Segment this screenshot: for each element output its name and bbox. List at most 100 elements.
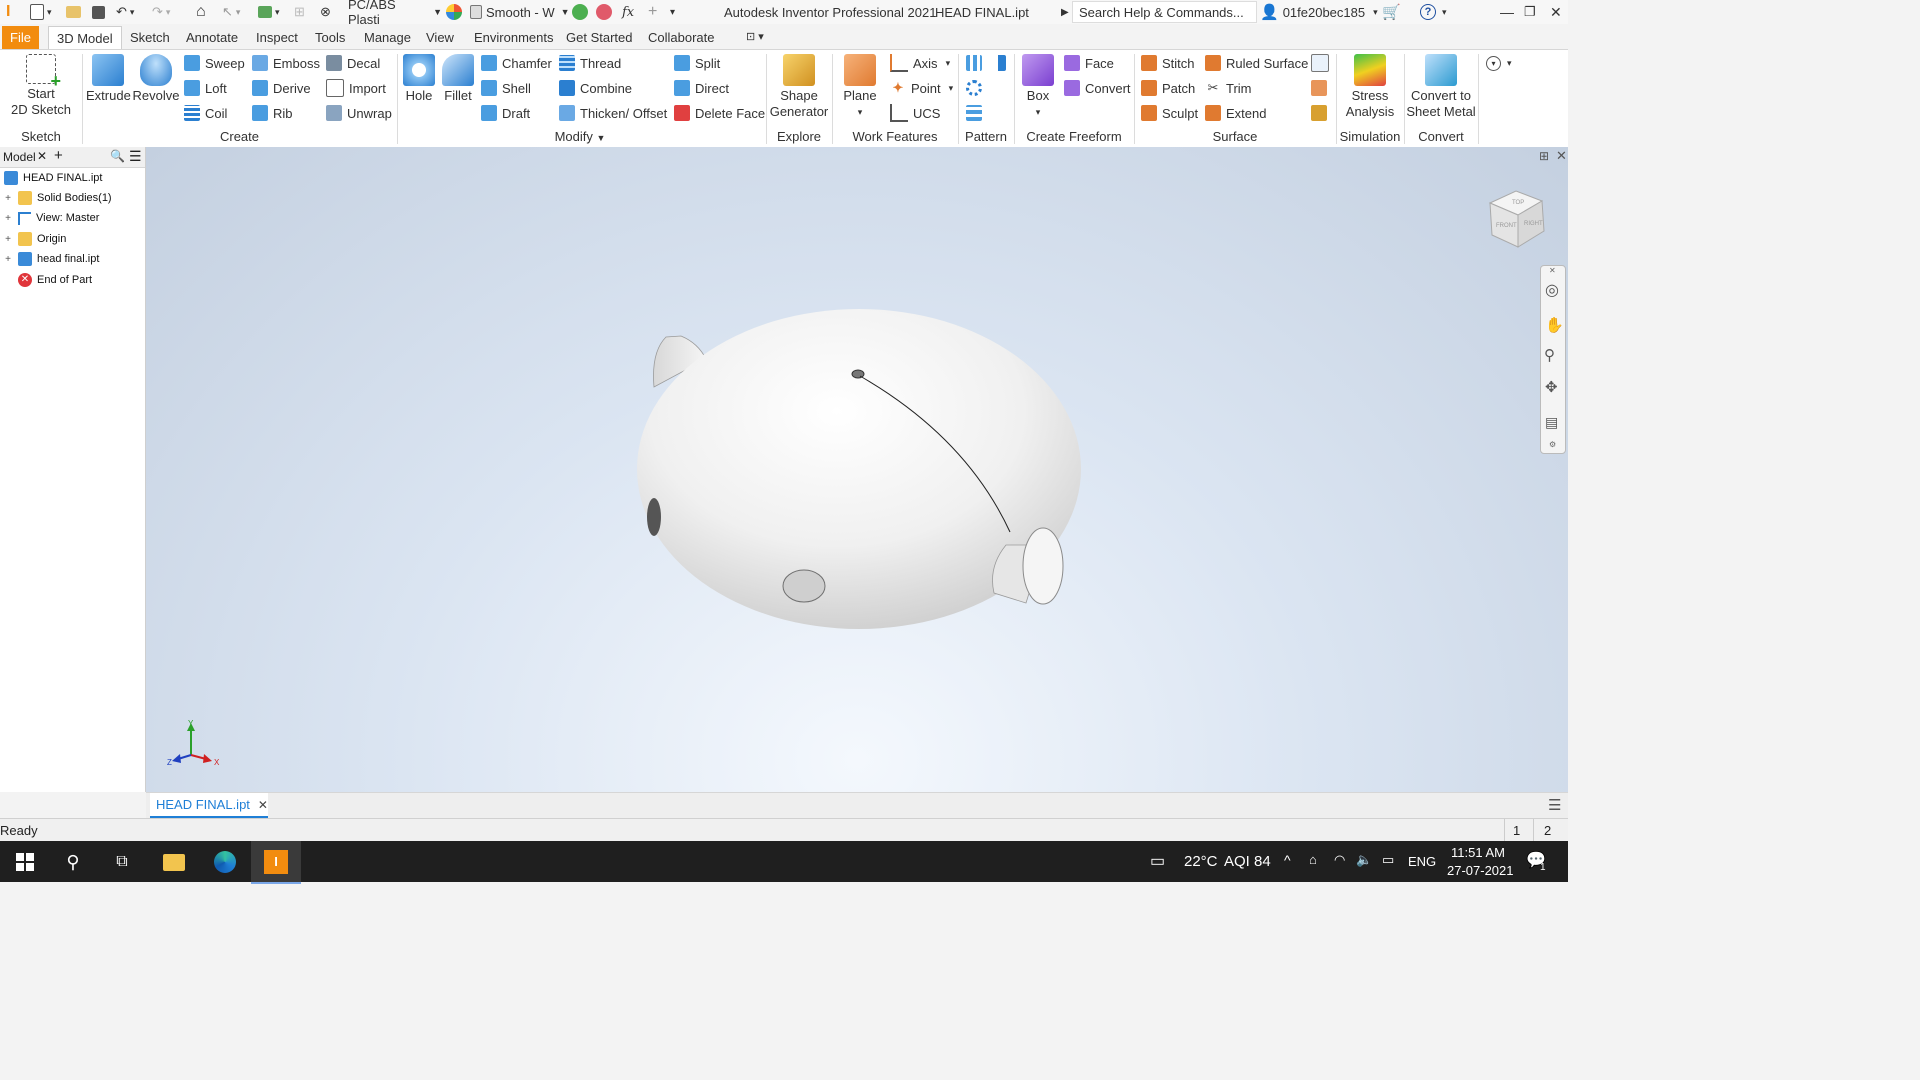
clock-time[interactable]: 11:51 AM [1451, 845, 1505, 860]
extrude-button[interactable]: Extrude [86, 54, 131, 104]
expand-icon[interactable]: + [4, 193, 12, 204]
pan-icon[interactable]: ✋ [1545, 316, 1564, 334]
battery-icon[interactable]: ▭ [1382, 852, 1394, 868]
point-button[interactable]: ✦ Point ▾ [890, 78, 954, 98]
shell-button[interactable]: Shell [481, 78, 531, 98]
adjust-icon[interactable] [572, 3, 588, 21]
maximize-view-icon[interactable]: ⊞ [1539, 149, 1549, 163]
help-icon[interactable]: ? ▾ [1420, 3, 1447, 21]
trim-button[interactable]: ✂ Trim [1205, 78, 1252, 98]
combine-button[interactable]: Combine [559, 78, 632, 98]
meet-now-icon[interactable]: ⌂ [1309, 852, 1317, 867]
tab-sketch[interactable]: Sketch [122, 26, 178, 49]
revolve-button[interactable]: Revolve [132, 54, 180, 104]
select-icon[interactable]: ↖ ▾ [222, 3, 240, 21]
tab-tools[interactable]: Tools [307, 26, 353, 49]
derive-button[interactable]: Derive [252, 78, 311, 98]
draft-button[interactable]: Draft [481, 103, 530, 123]
sketch-pattern-button[interactable] [966, 103, 987, 123]
freeform-face-button[interactable]: Face [1064, 53, 1114, 73]
redo-icon[interactable]: ↷ ▾ [152, 3, 170, 21]
tab-collaborate[interactable]: Collaborate [640, 26, 723, 49]
bottom-hole[interactable] [782, 569, 826, 603]
expand-icon[interactable]: + [4, 234, 12, 245]
doc-tab-head-final[interactable]: HEAD FINAL.ipt ✕ [150, 793, 268, 819]
ribbon-display-toggle-icon[interactable]: ⊡ ▾ [738, 26, 772, 49]
rib-button[interactable]: Rib [252, 103, 293, 123]
zoom-icon[interactable]: ⚲ [1544, 346, 1555, 364]
unwrap-button[interactable]: Unwrap [326, 103, 392, 123]
rectangular-pattern-button[interactable] [966, 53, 987, 73]
surface-tool-2-button[interactable] [1311, 78, 1332, 98]
stitch-button[interactable]: Stitch [1141, 53, 1195, 73]
sweep-button[interactable]: Sweep [184, 53, 245, 73]
keyboard-icon[interactable]: ▭ [1150, 851, 1165, 871]
tree-root[interactable]: HEAD FINAL.ipt [0, 168, 102, 188]
language-indicator[interactable]: ENG [1408, 854, 1436, 869]
patch-button[interactable]: Patch [1141, 78, 1195, 98]
axis-button[interactable]: Axis ▾ [890, 53, 950, 73]
undo-icon[interactable]: ↶ ▾ [116, 3, 134, 21]
parameters-icon[interactable]: fx [622, 3, 634, 21]
thread-button[interactable]: Thread [559, 53, 621, 73]
inventor-logo-icon[interactable]: I [6, 3, 10, 21]
shape-generator-button[interactable]: Shape Generator [768, 54, 830, 120]
user-account[interactable]: 👤 01fe20bec185 ▾ [1260, 3, 1378, 21]
appearance-icon[interactable] [446, 3, 462, 21]
menu-icon[interactable]: ☰ [129, 148, 142, 165]
browser-tab-model[interactable]: Model [3, 150, 36, 164]
chevron-up-icon[interactable]: ^ [1284, 852, 1291, 868]
weather-temp[interactable]: 22°C [1184, 853, 1218, 870]
surface-tool-3-button[interactable] [1311, 103, 1332, 123]
look-at-icon[interactable]: ▤ [1545, 414, 1558, 431]
edge-browser-icon[interactable] [208, 845, 242, 879]
group-label-modify[interactable]: Modify ▼ [540, 129, 620, 144]
coil-button[interactable]: Coil [184, 103, 227, 123]
delete-face-button[interactable]: Delete Face [674, 103, 765, 123]
tab-view[interactable]: View [418, 26, 462, 49]
inventor-taskbar-icon[interactable]: I [251, 841, 301, 884]
extend-button[interactable]: Extend [1205, 103, 1266, 123]
hole-button[interactable]: Hole [400, 54, 438, 104]
minimize-icon[interactable]: — [1500, 3, 1514, 21]
import-button[interactable]: Import [326, 78, 386, 98]
rebuild-icon[interactable]: ⊞ [294, 3, 305, 21]
tab-annotate[interactable]: Annotate [178, 26, 246, 49]
direct-button[interactable]: Direct [674, 78, 729, 98]
loft-button[interactable]: Loft [184, 78, 227, 98]
search-help-box[interactable]: Search Help & Commands... [1072, 1, 1257, 23]
home-icon[interactable]: ⌂ [196, 3, 206, 21]
caret-right-icon[interactable]: ▶ [1061, 3, 1069, 21]
open-file-icon[interactable] [66, 3, 81, 21]
surface-tool-1-button[interactable] [1311, 53, 1334, 73]
tree-item-origin[interactable]: + Origin [0, 229, 66, 249]
decal-button[interactable]: Decal [326, 53, 380, 73]
tree-item-solid-bodies[interactable]: + Solid Bodies(1) [0, 188, 112, 208]
convert-to-sheet-metal-button[interactable]: Convert to Sheet Metal [1406, 54, 1476, 120]
close-icon[interactable]: ✕ [37, 149, 47, 163]
task-view-icon[interactable]: ⧉ [105, 845, 139, 879]
search-icon[interactable]: ⚲ [56, 845, 90, 879]
orbit-icon[interactable]: ✥ [1545, 378, 1558, 396]
save-icon[interactable] [92, 3, 105, 21]
navbar-options-icon[interactable]: ⚙ [1549, 440, 1556, 449]
plane-button[interactable]: Plane ▾ [838, 54, 882, 120]
document-menu-icon[interactable]: ☰ [1548, 796, 1561, 814]
sculpt-button[interactable]: Sculpt [1141, 103, 1198, 123]
update-icon[interactable]: ▾ [258, 3, 280, 21]
freeform-convert-button[interactable]: Convert [1064, 78, 1131, 98]
expand-icon[interactable]: + [4, 213, 12, 224]
tab-inspect[interactable]: Inspect [248, 26, 306, 49]
split-button[interactable]: Split [674, 53, 720, 73]
visual-style-dropdown[interactable]: Smooth - W ▼ [470, 3, 570, 21]
ucs-button[interactable]: UCS [890, 103, 940, 123]
ruled-surface-button[interactable]: Ruled Surface [1205, 53, 1308, 73]
tree-item-end-of-part[interactable]: ✕ End of Part [0, 270, 92, 290]
tab-environments[interactable]: Environments [466, 26, 561, 49]
close-navbar-icon[interactable]: ✕ [1549, 266, 1556, 275]
box-button[interactable]: Box ▾ [1018, 54, 1058, 120]
fillet-button[interactable]: Fillet [440, 54, 476, 104]
file-explorer-icon[interactable] [157, 845, 191, 879]
restore-icon[interactable]: ❐ [1524, 3, 1536, 21]
circular-pattern-button[interactable] [966, 78, 987, 98]
